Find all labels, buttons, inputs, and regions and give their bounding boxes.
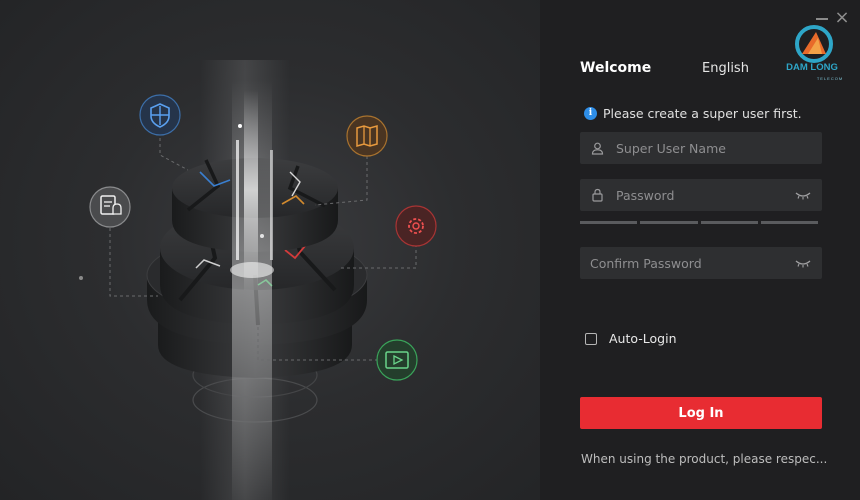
page-title: Welcome: [580, 60, 652, 76]
strength-segment: [700, 221, 758, 224]
eye-closed-icon[interactable]: [794, 256, 812, 270]
super-user-name-input[interactable]: [616, 140, 812, 156]
lock-icon: [590, 188, 604, 202]
strength-segment: [640, 221, 698, 224]
auto-login-checkbox[interactable]: [585, 332, 597, 345]
user-icon: [590, 141, 604, 155]
auto-login-label: Auto-Login: [609, 331, 677, 346]
login-panel: Welcome English DAM LONG TELECOM × i Ple…: [540, 0, 860, 500]
strength-segment: [760, 221, 818, 224]
confirm-password-input[interactable]: [590, 255, 794, 271]
language-selector[interactable]: English: [702, 61, 749, 76]
close-button[interactable]: ×: [832, 8, 852, 28]
document-bell-icon: [89, 186, 131, 228]
shield-icon: [139, 94, 181, 136]
super-user-name-field[interactable]: [580, 132, 822, 164]
security-illustration: [79, 60, 437, 500]
notice-text: Please create a super user first.: [603, 106, 802, 121]
video-icon: [376, 339, 418, 381]
login-window: Welcome English DAM LONG TELECOM × i Ple…: [0, 0, 860, 500]
auto-login-option[interactable]: Auto-Login: [585, 331, 677, 346]
illustration-panel: [0, 0, 540, 500]
minimize-button[interactable]: [816, 18, 828, 20]
footer-notice: When using the product, please respec...: [581, 452, 828, 466]
company-logo: DAM LONG TELECOM: [786, 25, 843, 81]
login-button[interactable]: Log In: [580, 397, 822, 429]
password-input[interactable]: [616, 187, 794, 203]
logo-text: DAM LONG: [786, 62, 838, 73]
gear-icon: [395, 205, 437, 247]
eye-closed-icon[interactable]: [794, 188, 812, 202]
strength-segment: [580, 221, 638, 224]
password-strength-meter: [580, 221, 818, 224]
notice: i Please create a super user first.: [584, 106, 802, 121]
logo-subtext: TELECOM: [817, 76, 843, 81]
map-icon: [346, 115, 388, 157]
info-icon: i: [584, 107, 597, 120]
confirm-password-field[interactable]: [580, 247, 822, 279]
password-field[interactable]: [580, 179, 822, 211]
